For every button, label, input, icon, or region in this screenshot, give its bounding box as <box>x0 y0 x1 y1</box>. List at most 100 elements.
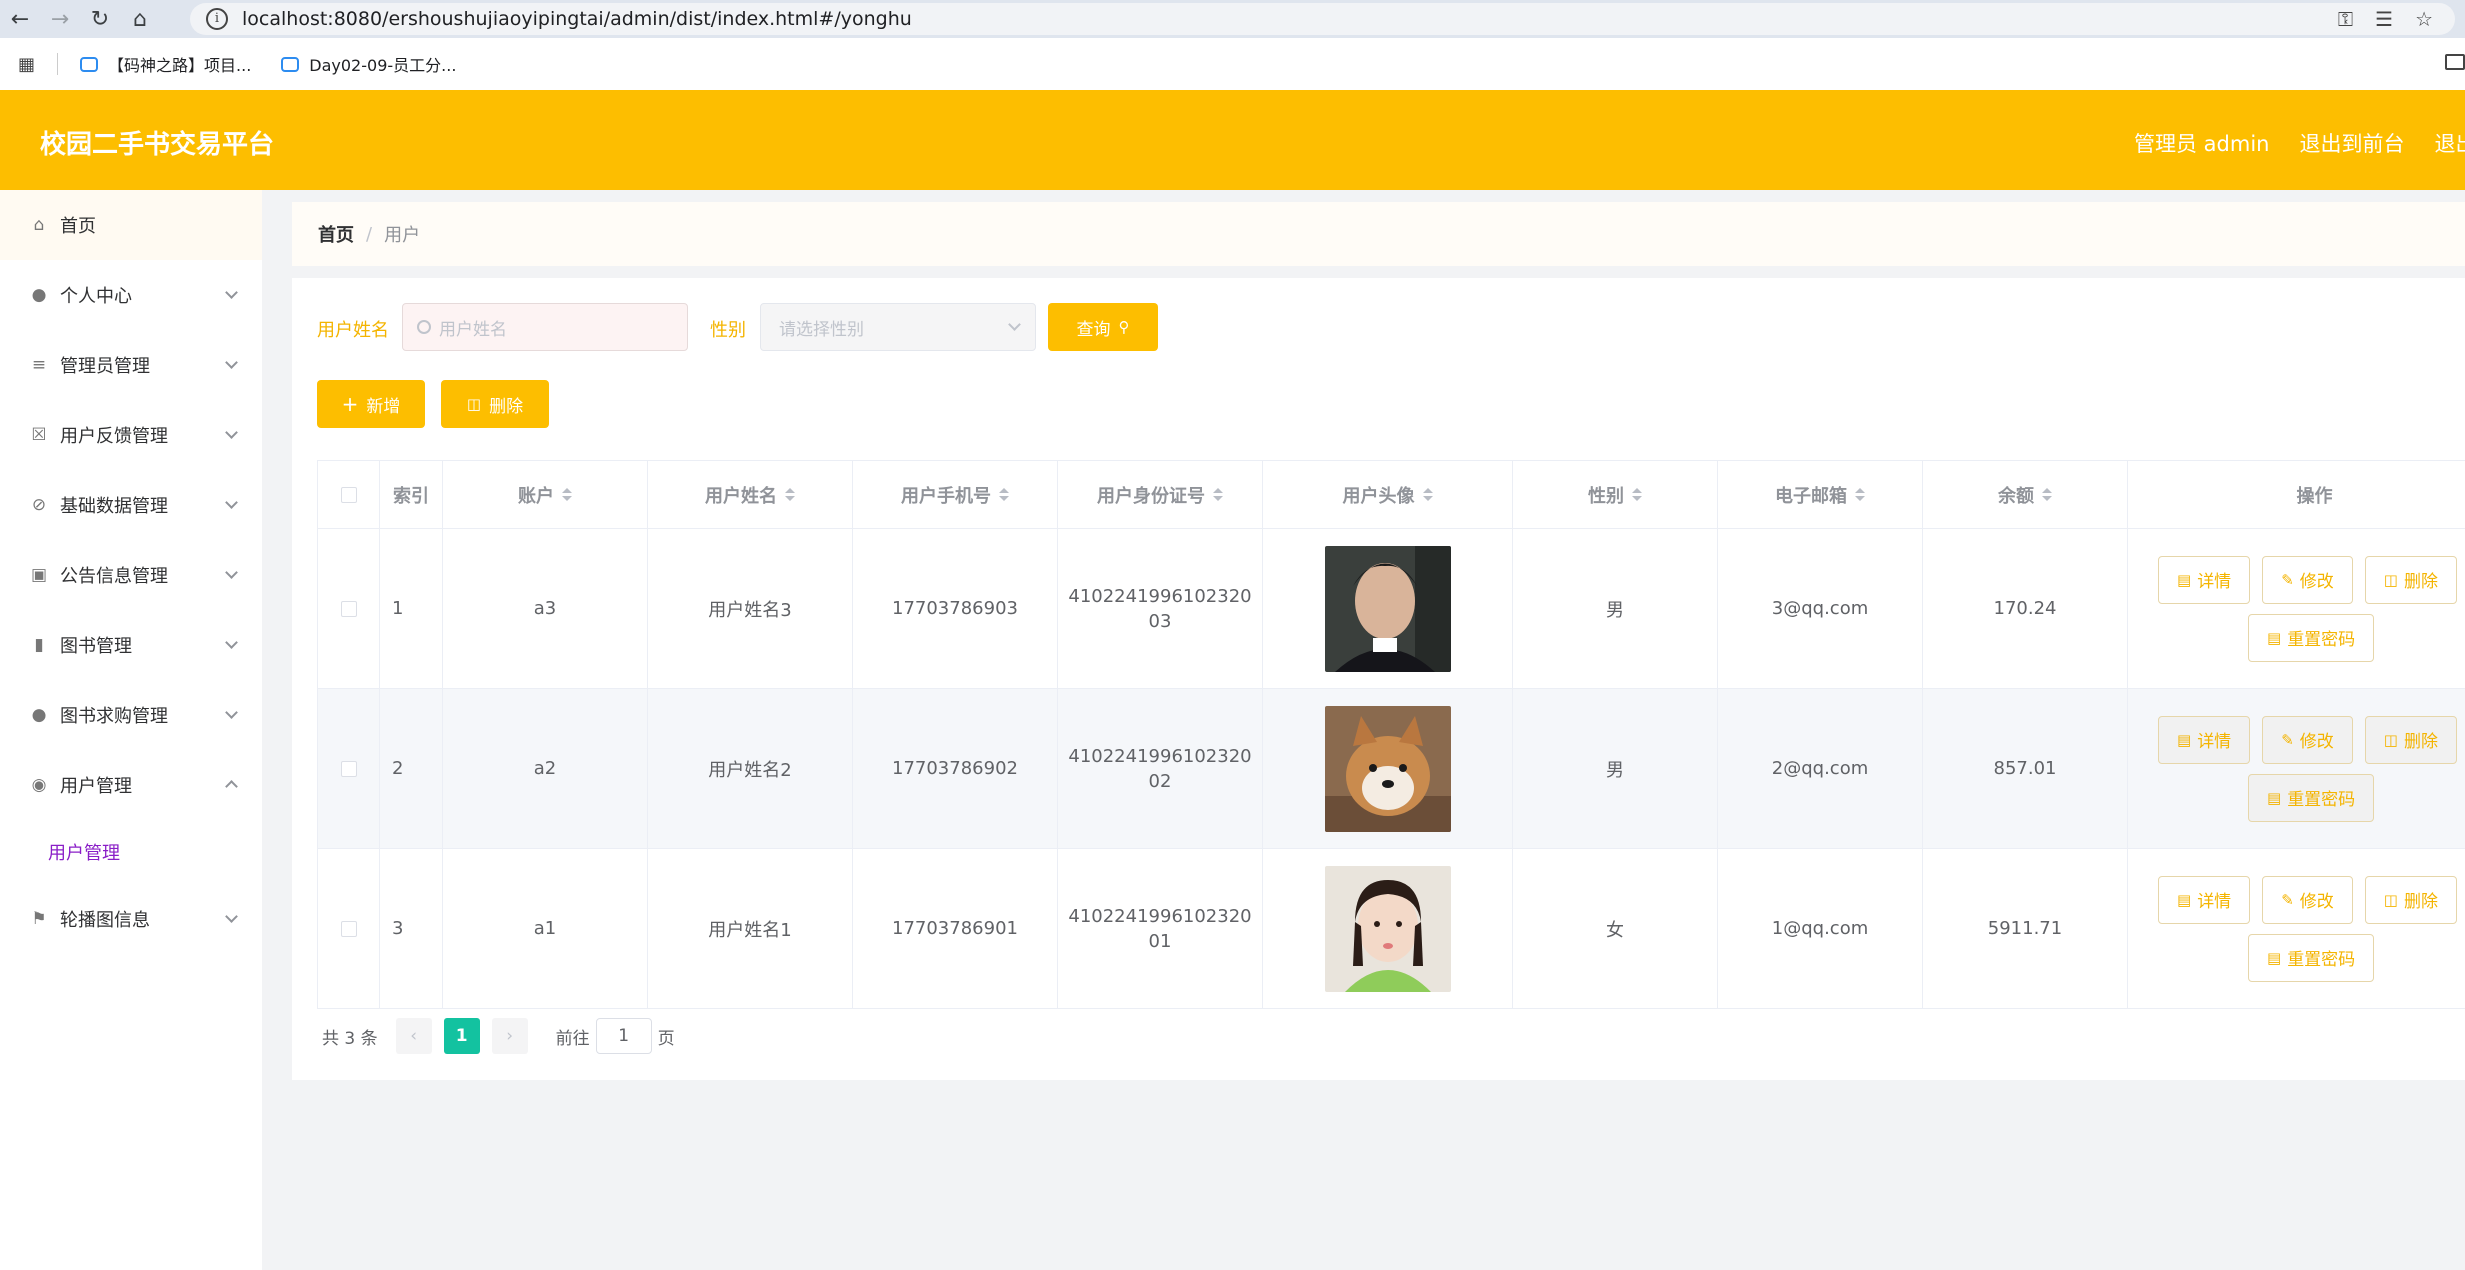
url-text: localhost:8080/ershoushujiaoyipingtai/ad… <box>242 8 912 30</box>
document-icon: ▤ <box>2267 948 2282 967</box>
header-idcard[interactable]: 用户身份证号 <box>1058 461 1263 528</box>
row-checkbox[interactable] <box>340 920 357 937</box>
cell-actions: ▤ 详情 ✎ 修改 ◫ 删除 ▤ 重置密码 <box>2128 689 2465 848</box>
sort-icon[interactable] <box>1632 488 1642 501</box>
browser-toolbar: ← → ↻ ⌂ i localhost:8080/ershoushujiaoyi… <box>0 0 2465 38</box>
row-checkbox[interactable] <box>340 760 357 777</box>
reset-password-button[interactable]: ▤ 重置密码 <box>2248 773 2375 822</box>
breadcrumb-home[interactable]: 首页 <box>318 221 354 247</box>
site-info-icon[interactable]: i <box>206 8 228 30</box>
delete-label: 删除 <box>2403 572 2438 592</box>
edit-button[interactable]: ✎ 修改 <box>2262 715 2353 764</box>
cell-idcard: 410224199610232002 <box>1058 689 1263 848</box>
document-icon: ▤ <box>2177 730 2192 749</box>
sidebar-subitem-user-management[interactable]: 用户管理 <box>0 820 262 884</box>
sidebar-item-books[interactable]: ▮ 图书管理 <box>0 610 262 680</box>
breadcrumb: 首页 / 用户 <box>292 202 2465 266</box>
header-gender[interactable]: 性别 <box>1513 461 1718 528</box>
sidebar-item-carousel[interactable]: ⚑ 轮播图信息 <box>0 884 262 954</box>
header-label: 性别 <box>1588 485 1624 507</box>
apps-icon[interactable]: ▦ <box>18 54 35 75</box>
name-search-input[interactable]: 用户姓名 <box>402 303 688 351</box>
edit-button[interactable]: ✎ 修改 <box>2262 875 2353 924</box>
sidebar-item-admin[interactable]: ≡ 管理员管理 <box>0 330 262 400</box>
search-button[interactable]: 查询 ⚲ <box>1048 303 1158 351</box>
sort-icon[interactable] <box>1422 488 1433 501</box>
header-index: 索引 <box>380 461 443 528</box>
bookmark-item[interactable]: Day02-09-员工分... <box>281 52 456 76</box>
sidebar-item-home[interactable]: ⌂ 首页 <box>0 190 262 260</box>
chevron-left-icon[interactable]: ‹ <box>395 1018 432 1054</box>
sidebar-item-personal[interactable]: ● 个人中心 <box>0 260 262 330</box>
row-delete-button[interactable]: ◫ 删除 <box>2364 875 2457 924</box>
detail-button[interactable]: ▤ 详情 <box>2158 875 2251 924</box>
header-email[interactable]: 电子邮箱 <box>1718 461 1923 528</box>
edit-icon: ✎ <box>2281 890 2294 909</box>
chevron-right-icon[interactable]: › <box>491 1018 528 1054</box>
logout-link[interactable]: 退出登录 <box>2434 128 2465 158</box>
location-icon: ◉ <box>31 775 47 795</box>
chevron-down-icon <box>225 356 238 369</box>
sidebar-item-users[interactable]: ◉ 用户管理 <box>0 750 262 820</box>
sidebar-item-book-requests[interactable]: ● 图书求购管理 <box>0 680 262 750</box>
sidebar-item-feedback[interactable]: ☒ 用户反馈管理 <box>0 400 262 470</box>
address-bar[interactable]: i localhost:8080/ershoushujiaoyipingtai/… <box>190 3 2455 35</box>
row-checkbox-cell <box>318 689 380 848</box>
add-button[interactable]: + 新增 <box>317 380 425 428</box>
edit-button[interactable]: ✎ 修改 <box>2262 555 2353 604</box>
avatar[interactable] <box>1324 545 1451 672</box>
app-title: 校园二手书交易平台 <box>40 130 275 160</box>
cell-avatar <box>1263 529 1513 688</box>
page-jump-input[interactable]: 1 <box>595 1018 652 1054</box>
header-balance[interactable]: 余额 <box>1923 461 2128 528</box>
detail-button[interactable]: ▤ 详情 <box>2158 715 2251 764</box>
gender-select[interactable]: 请选择性别 <box>760 303 1036 351</box>
translate-icon[interactable]: ☰ <box>2375 7 2393 31</box>
chevron-down-icon <box>225 566 238 579</box>
sidebar-item-label: 个人中心 <box>60 286 132 307</box>
back-to-front-link[interactable]: 退出到前台 <box>2299 128 2404 158</box>
row-checkbox[interactable] <box>340 600 357 617</box>
sort-icon[interactable] <box>2042 488 2052 501</box>
delete-button[interactable]: ◫ 删除 <box>441 380 549 428</box>
header-label: 余额 <box>1998 485 2034 507</box>
page-number-current[interactable]: 1 <box>443 1018 480 1054</box>
sort-icon[interactable] <box>1855 488 1865 501</box>
reset-password-button[interactable]: ▤ 重置密码 <box>2248 613 2375 662</box>
table-row: 2 a2 用户姓名2 17703786902 41022419961023200… <box>318 689 2465 849</box>
reset-password-button[interactable]: ▤ 重置密码 <box>2248 933 2375 982</box>
forward-icon[interactable]: → <box>40 0 80 38</box>
home-icon[interactable]: ⌂ <box>120 0 160 38</box>
header-phone[interactable]: 用户手机号 <box>853 461 1058 528</box>
cell-name: 用户姓名3 <box>648 529 853 688</box>
folder-icon[interactable] <box>2445 54 2465 70</box>
detail-button[interactable]: ▤ 详情 <box>2158 555 2251 604</box>
cell-name: 用户姓名2 <box>648 689 853 848</box>
home-icon: ⌂ <box>33 215 45 235</box>
pagination-page-suffix: 页 <box>657 1028 675 1049</box>
sidebar-item-notice[interactable]: ▣ 公告信息管理 <box>0 540 262 610</box>
back-icon[interactable]: ← <box>0 0 40 38</box>
avatar[interactable] <box>1324 705 1451 832</box>
row-delete-button[interactable]: ◫ 删除 <box>2364 715 2457 764</box>
bookmark-item[interactable]: 【码神之路】项目... <box>80 52 251 76</box>
sidebar-item-basic-data[interactable]: ⊘ 基础数据管理 <box>0 470 262 540</box>
header-name[interactable]: 用户姓名 <box>648 461 853 528</box>
sidebar-item-label: 首页 <box>60 216 96 237</box>
key-icon[interactable]: ⚿ <box>2338 7 2353 31</box>
admin-label: 管理员 admin <box>2134 132 2270 156</box>
user-icon: ● <box>31 705 47 725</box>
row-delete-button[interactable]: ◫ 删除 <box>2364 555 2457 604</box>
avatar[interactable] <box>1324 865 1451 992</box>
sort-icon[interactable] <box>785 488 795 501</box>
header-account[interactable]: 账户 <box>443 461 648 528</box>
document-icon: ▤ <box>2177 890 2192 909</box>
select-all-checkbox[interactable] <box>340 486 357 503</box>
header-avatar[interactable]: 用户头像 <box>1263 461 1513 528</box>
star-icon[interactable]: ☆ <box>2415 7 2433 31</box>
sort-icon[interactable] <box>562 488 572 501</box>
sort-icon[interactable] <box>1213 488 1223 501</box>
reload-icon[interactable]: ↻ <box>80 0 120 38</box>
chevron-down-icon <box>225 910 238 923</box>
sort-icon[interactable] <box>999 488 1009 501</box>
